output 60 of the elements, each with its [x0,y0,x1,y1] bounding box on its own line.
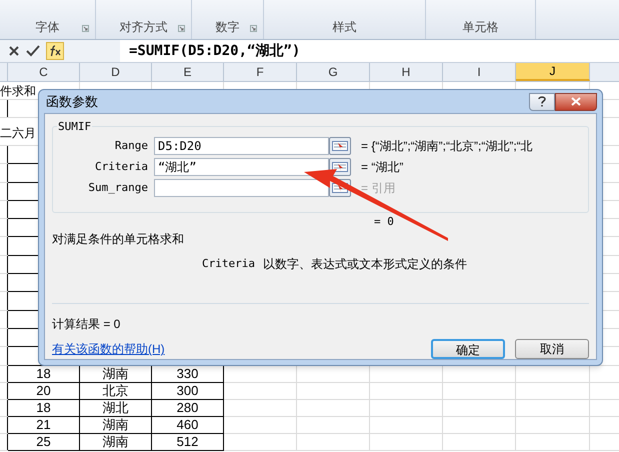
parameter-field[interactable]: “湖北” [154,158,329,176]
collapse-dialog-button[interactable] [329,158,351,176]
parameter-result: = “湖北” [361,159,404,176]
table-cell: 20 [8,382,80,400]
column-header[interactable]: D [80,63,152,81]
parameter-field[interactable]: D5:D20 [154,137,329,155]
table-cell: 湖南 [80,434,152,451]
dialog-launcher-icon[interactable] [250,25,257,32]
ribbon-group-label: 样式 [332,19,356,36]
calculation-result: 计算结果 = 0 [52,316,120,333]
column-header[interactable]: F [224,63,297,81]
formula-result: = 0 [374,214,394,230]
table-cell: 北京 [80,382,152,400]
parameter-field[interactable] [154,179,329,197]
cancel-icon[interactable] [8,45,20,57]
argument-help: 以数字、表达式或文本形式定义的条件 [262,256,467,273]
sheet-title-text: 件求和 [0,83,36,100]
dialog-button[interactable]: 确定 [431,339,505,359]
formula-field[interactable]: =SUMIF(D5:D20,“湖北”) [120,40,300,62]
range-select-icon [332,141,348,151]
column-header[interactable]: H [370,63,443,81]
column-header[interactable]: C [8,63,80,81]
table-cell: 21 [8,416,80,434]
parameter-label: Criteria [94,158,149,175]
help-button[interactable] [529,92,555,110]
table-cell: 18 [8,400,80,417]
table-cell: 280 [152,400,224,417]
table-cell: 460 [152,416,224,434]
parameter-label: Sum_range [87,180,149,196]
ribbon-group-label: 对齐方式 [120,19,168,36]
dialog-button[interactable]: 取消 [515,339,589,359]
help-icon [538,96,546,107]
column-header[interactable]: E [152,63,224,81]
parameter-label: Range [114,138,149,154]
table-cell: 512 [152,434,224,451]
table-cell: 湖北 [80,400,152,417]
help-link[interactable]: 有关该函数的帮助(H) [52,340,165,358]
ribbon-group-label: 单元格 [462,19,498,36]
dialog-launcher-icon[interactable] [82,25,89,32]
check-icon[interactable] [26,45,40,57]
ribbon-group-label: 数字 [216,19,240,36]
table-cell: 300 [152,382,224,400]
ribbon-group-label: 字体 [36,19,60,36]
close-button[interactable] [555,92,597,110]
table-cell: 25 [8,434,80,451]
column-header[interactable]: G [297,63,370,81]
range-select-icon [332,162,348,172]
argument-name: Criteria [202,256,255,272]
function-description: 对满足条件的单元格求和 [52,231,184,247]
function-icon [48,45,62,57]
parameter-result: = {“湖北”;“湖南”;“北京”;“湖北”;“北 [361,138,533,155]
collapse-dialog-button[interactable] [329,137,351,155]
dialog-launcher-icon[interactable] [178,25,185,32]
insert-function-button[interactable] [46,42,64,60]
parameter-result: = 引用 [361,180,396,197]
close-icon [571,97,581,106]
dialog-title: 函数参数 [45,92,98,111]
sheet-title-text: 二六月 [0,125,36,142]
table-cell: 湖南 [80,416,152,434]
column-header[interactable]: J [516,63,590,81]
